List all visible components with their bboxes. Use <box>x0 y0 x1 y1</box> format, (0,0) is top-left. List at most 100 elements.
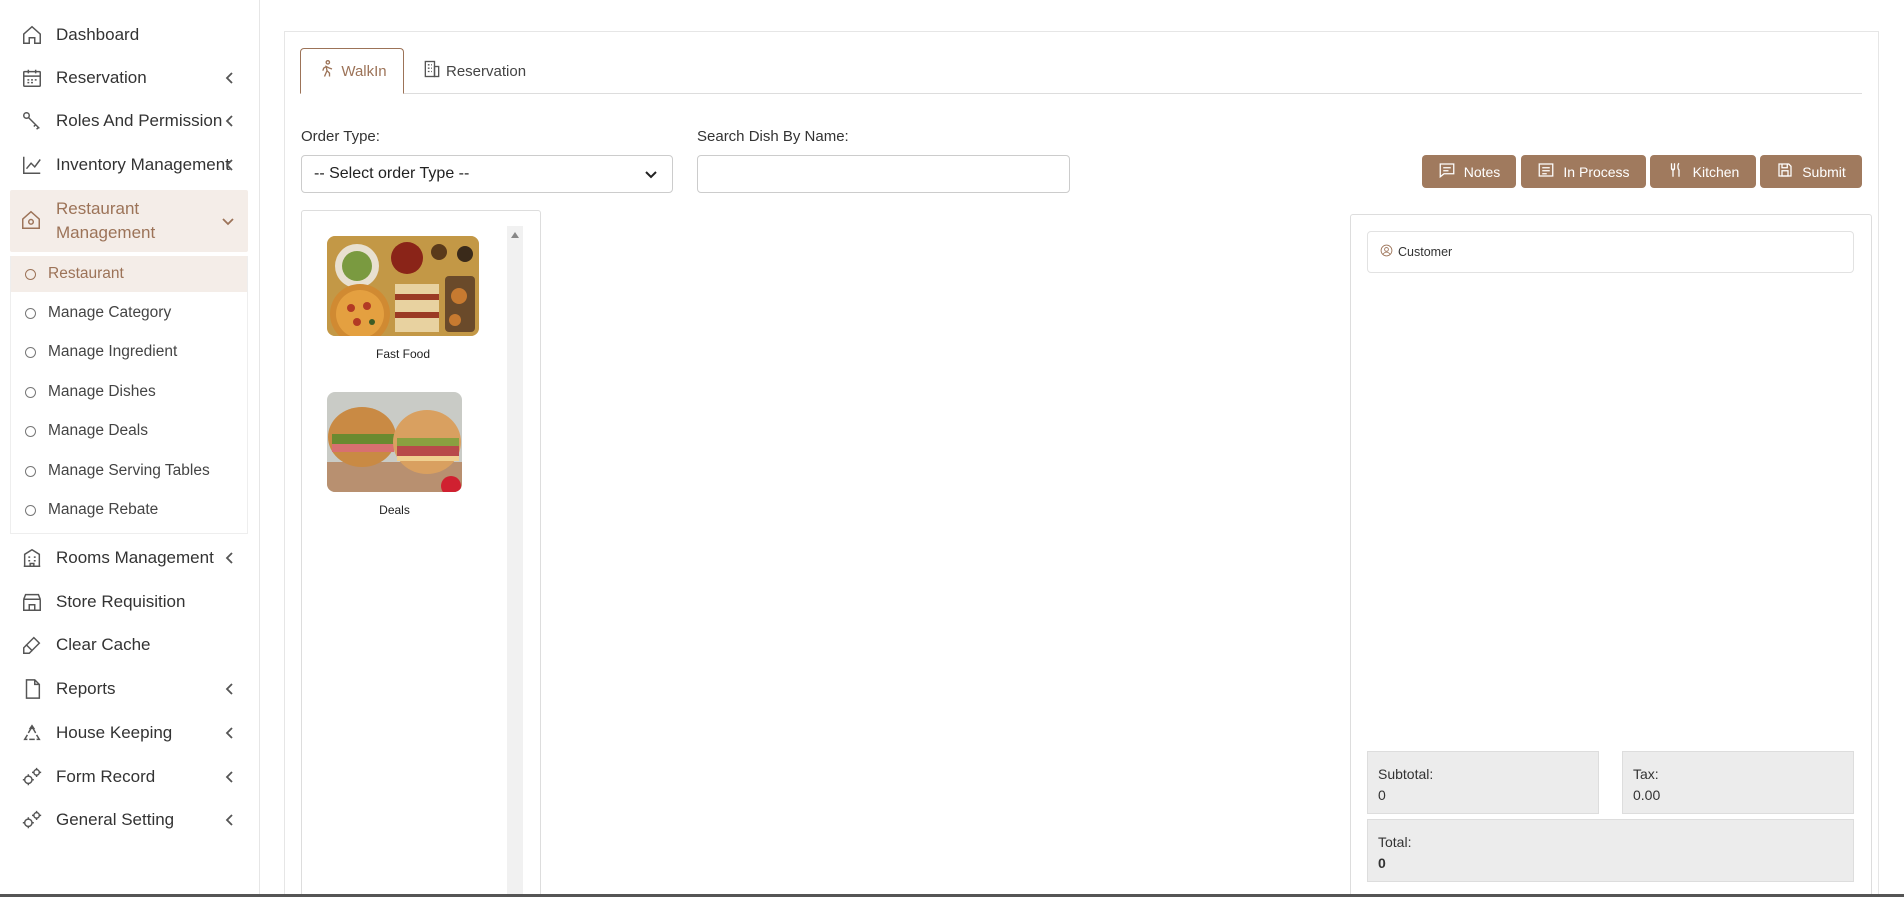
circle-icon <box>25 346 36 358</box>
chevron-left-icon <box>222 812 238 828</box>
sidebar-item-inventory-management[interactable]: Inventory Management <box>10 145 248 185</box>
kitchen-button-label: Kitchen <box>1692 163 1740 180</box>
submenu-item-manage-deals[interactable]: Manage Deals <box>11 413 247 449</box>
submenu-item-manage-dishes[interactable]: Manage Dishes <box>11 374 247 410</box>
tab-label: Reservation <box>446 62 527 80</box>
subtotal-label: Subtotal: <box>1378 766 1434 782</box>
building-icon <box>422 59 446 83</box>
restaurant-submenu: Restaurant Manage Category Manage Ingred… <box>10 256 248 534</box>
gears-icon <box>20 808 44 832</box>
circle-icon <box>25 386 36 398</box>
user-circle-icon <box>1380 244 1398 260</box>
home-icon <box>20 23 44 47</box>
submenu-item-manage-rebate[interactable]: Manage Rebate <box>11 492 247 528</box>
sidebar-item-label: Form Record <box>56 767 156 786</box>
walking-icon <box>317 59 341 83</box>
chevron-left-icon <box>222 157 238 173</box>
notes-button-label: Notes <box>1463 163 1501 180</box>
submenu-item-label: Manage Deals <box>48 422 148 439</box>
total-label: Total: <box>1378 834 1412 850</box>
house-icon <box>20 209 44 233</box>
tax-label: Tax: <box>1633 766 1659 782</box>
sidebar-item-label: Restaurant Management <box>56 199 156 242</box>
sidebar-item-clear-cache[interactable]: Clear Cache <box>10 625 248 665</box>
sidebar-item-roles-and-permission[interactable]: Roles And Permission <box>10 101 248 141</box>
gears-icon <box>20 765 44 789</box>
tab-walkin[interactable]: WalkIn <box>300 48 404 94</box>
building-icon <box>20 546 44 570</box>
sidebar-item-label: Roles And Permission <box>56 111 223 130</box>
customer-field[interactable]: Customer <box>1367 231 1854 273</box>
submit-button[interactable]: Submit <box>1760 155 1862 188</box>
tab-reservation[interactable]: Reservation <box>422 48 526 94</box>
submit-button-label: Submit <box>1802 163 1846 180</box>
submenu-item-manage-ingredient[interactable]: Manage Ingredient <box>11 334 247 370</box>
sidebar-item-label: Store Requisition <box>56 592 186 611</box>
kitchen-button[interactable]: Kitchen <box>1650 155 1756 188</box>
sidebar-item-house-keeping[interactable]: House Keeping <box>10 713 248 753</box>
in-process-button[interactable]: In Process <box>1521 155 1646 188</box>
sidebar-item-label: House Keeping <box>56 723 173 742</box>
subtotal-box: Subtotal: 0 <box>1367 751 1599 814</box>
submenu-item-label: Manage Dishes <box>48 383 156 400</box>
submenu-item-label: Manage Rebate <box>48 501 159 518</box>
subtotal-value: 0 <box>1378 787 1386 803</box>
order-tabs: WalkIn Reservation <box>300 48 1862 94</box>
sidebar-item-general-setting[interactable]: General Setting <box>10 800 248 840</box>
chevron-left-icon <box>222 70 238 86</box>
tax-box: Tax: 0.00 <box>1622 751 1854 814</box>
deals-image <box>327 392 462 492</box>
notes-button[interactable]: Notes <box>1422 155 1516 188</box>
chevron-left-icon <box>222 769 238 785</box>
total-value: 0 <box>1378 855 1386 871</box>
sidebar-item-form-record[interactable]: Form Record <box>10 757 248 797</box>
store-icon <box>20 590 44 614</box>
fast-food-image <box>327 236 479 336</box>
message-icon <box>1438 161 1464 182</box>
sidebar-item-label: Rooms Management <box>56 548 214 567</box>
sidebar-item-label: General Setting <box>56 810 175 829</box>
chart-line-icon <box>20 153 44 177</box>
scroll-up-icon <box>511 232 519 238</box>
sidebar-item-label: Reservation <box>56 68 147 87</box>
order-type-value: -- Select order Type -- <box>314 165 470 182</box>
submenu-item-restaurant[interactable]: Restaurant <box>11 256 247 292</box>
tax-value: 0.00 <box>1633 787 1661 803</box>
chevron-left-icon <box>222 113 238 129</box>
customer-label: Customer <box>1398 245 1453 259</box>
submenu-item-manage-category[interactable]: Manage Category <box>11 295 247 331</box>
total-box: Total: 0 <box>1367 819 1854 882</box>
sidebar-item-label: Inventory Management <box>56 155 230 174</box>
key-icon <box>20 109 44 133</box>
sidebar-item-reports[interactable]: Reports <box>10 669 248 709</box>
recycle-icon <box>20 721 44 745</box>
submenu-item-label: Manage Ingredient <box>48 343 178 360</box>
save-icon <box>1776 161 1802 182</box>
sidebar-item-store-requisition[interactable]: Store Requisition <box>10 582 248 622</box>
submenu-item-label: Restaurant <box>48 265 124 282</box>
brush-icon <box>20 633 44 657</box>
category-name: Deals <box>379 503 410 517</box>
sidebar-item-dashboard[interactable]: Dashboard <box>10 15 248 55</box>
sidebar-item-reservation[interactable]: Reservation <box>10 58 248 98</box>
chevron-left-icon <box>222 681 238 697</box>
chevron-left-icon <box>222 550 238 566</box>
circle-icon <box>25 504 36 516</box>
submenu-item-label: Manage Serving Tables <box>48 462 210 479</box>
sidebar: Dashboard Reservation Roles And Permissi… <box>0 0 260 897</box>
category-scrollbar[interactable] <box>507 226 523 897</box>
category-card-deals[interactable]: Deals <box>327 392 462 517</box>
list-icon <box>1537 161 1563 182</box>
circle-icon <box>25 307 36 319</box>
sidebar-item-label: Reports <box>56 679 116 698</box>
chevron-down-icon <box>220 213 236 234</box>
calendar-icon <box>20 66 44 90</box>
order-type-select[interactable]: -- Select order Type -- <box>301 155 673 193</box>
submenu-item-manage-serving-tables[interactable]: Manage Serving Tables <box>11 453 247 489</box>
category-card-fast-food[interactable]: Fast Food <box>327 236 479 361</box>
search-dish-input[interactable] <box>697 155 1070 193</box>
submenu-item-label: Manage Category <box>48 304 172 321</box>
circle-icon <box>25 425 36 437</box>
sidebar-item-restaurant-management[interactable]: Restaurant Management <box>10 190 248 252</box>
sidebar-item-rooms-management[interactable]: Rooms Management <box>10 538 248 578</box>
